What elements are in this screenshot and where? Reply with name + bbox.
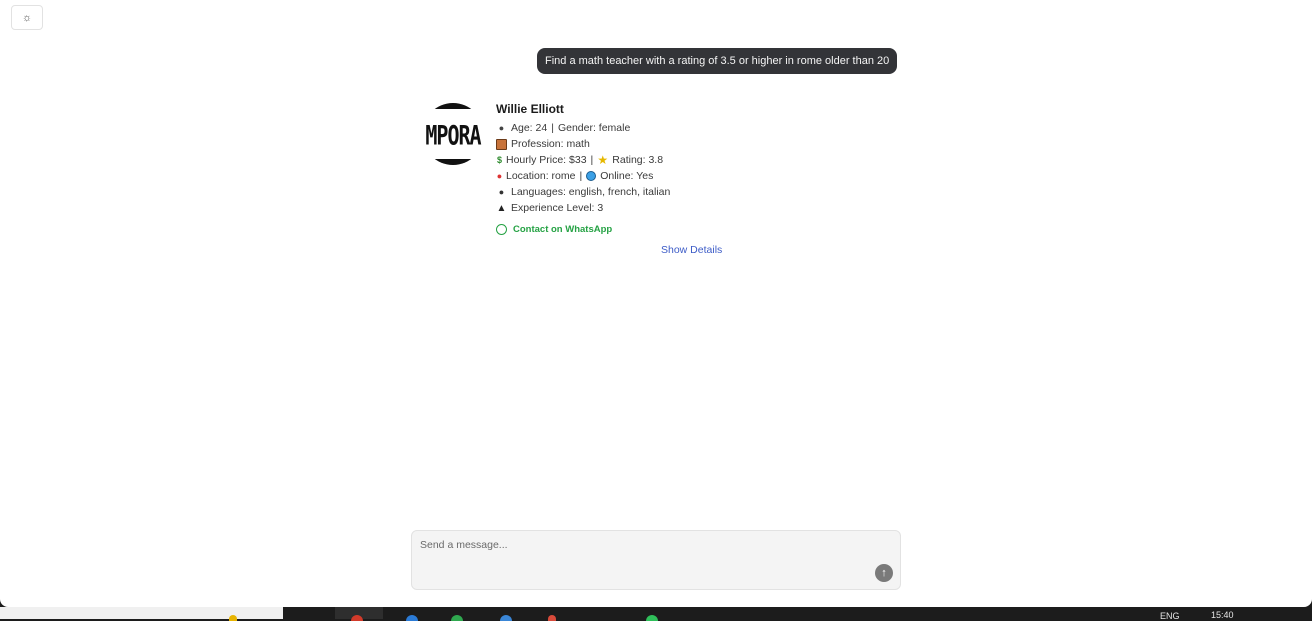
separator: | [551,122,554,134]
person-icon: ● [498,122,505,133]
profession-row: Profession: math [496,136,670,152]
message-input[interactable] [412,531,852,589]
price-value: Hourly Price: $33 [506,154,587,166]
send-button[interactable]: ↑ [875,564,893,582]
avatar-band-bottom [422,159,484,165]
taskbar-app-icon[interactable] [548,615,556,621]
avatar-band-top [422,103,484,109]
avatar-logo-text: MPORA [425,119,481,152]
show-details-link[interactable]: Show Details [661,244,722,256]
online-value: Online: Yes [600,170,654,182]
taskbar-app-icon[interactable] [646,615,658,621]
age-gender-row: ● Age: 24 | Gender: female [496,120,670,136]
taskbar-language[interactable]: ENG [1160,611,1180,621]
message-composer: ↑ [411,530,901,590]
taskbar-app-icon[interactable] [406,615,418,621]
whatsapp-label: Contact on WhatsApp [513,223,613,235]
pin-icon: ● [496,170,503,181]
price-rating-row: $ Hourly Price: $33 | ★ Rating: 3.8 [496,152,670,168]
teacher-name: Willie Elliott [496,102,564,116]
avatar: MPORA [422,103,484,165]
app-window: ☼ Find a math teacher with a rating of 3… [0,0,1312,607]
globe-icon [586,171,597,181]
location-online-row: ● Location: rome | Online: Yes [496,168,670,184]
whatsapp-icon [496,223,507,235]
user-message-bubble: Find a math teacher with a rating of 3.5… [537,48,898,74]
separator: | [579,170,583,182]
taskbar-app-icon[interactable] [500,615,512,621]
graduation-cap-icon: ▲ [496,202,507,214]
location-value: Location: rome [506,170,576,182]
age-value: Age: 24 [511,122,548,134]
books-icon [496,138,507,150]
theme-toggle-button[interactable]: ☼ [11,5,43,30]
star-icon: ★ [597,152,609,167]
arrow-up-icon: ↑ [881,567,887,579]
experience-row: ▲ Experience Level: 3 [496,200,670,216]
separator: | [590,154,594,166]
experience-value: Experience Level: 3 [511,202,604,214]
languages-row: ● Languages: english, french, italian [496,184,671,200]
rating-value: Rating: 3.8 [612,154,664,166]
taskbar-app-icon[interactable] [229,615,237,621]
gender-value: Gender: female [557,122,631,134]
taskbar: ENG 15:40 [0,607,1312,621]
whatsapp-contact-link[interactable]: Contact on WhatsApp [496,222,670,236]
taskbar-search-area[interactable] [0,607,283,619]
taskbar-app-icon[interactable] [351,615,363,621]
teacher-info: Willie Elliott ● Age: 24 | Gender: femal… [496,100,670,236]
speaking-head-icon: ● [498,186,505,197]
sun-icon: ☼ [21,11,33,24]
taskbar-app-icon[interactable] [451,615,463,621]
dollar-icon: $ [496,154,502,165]
profession-value: Profession: math [511,138,590,150]
languages-value: Languages: english, french, italian [511,186,671,198]
